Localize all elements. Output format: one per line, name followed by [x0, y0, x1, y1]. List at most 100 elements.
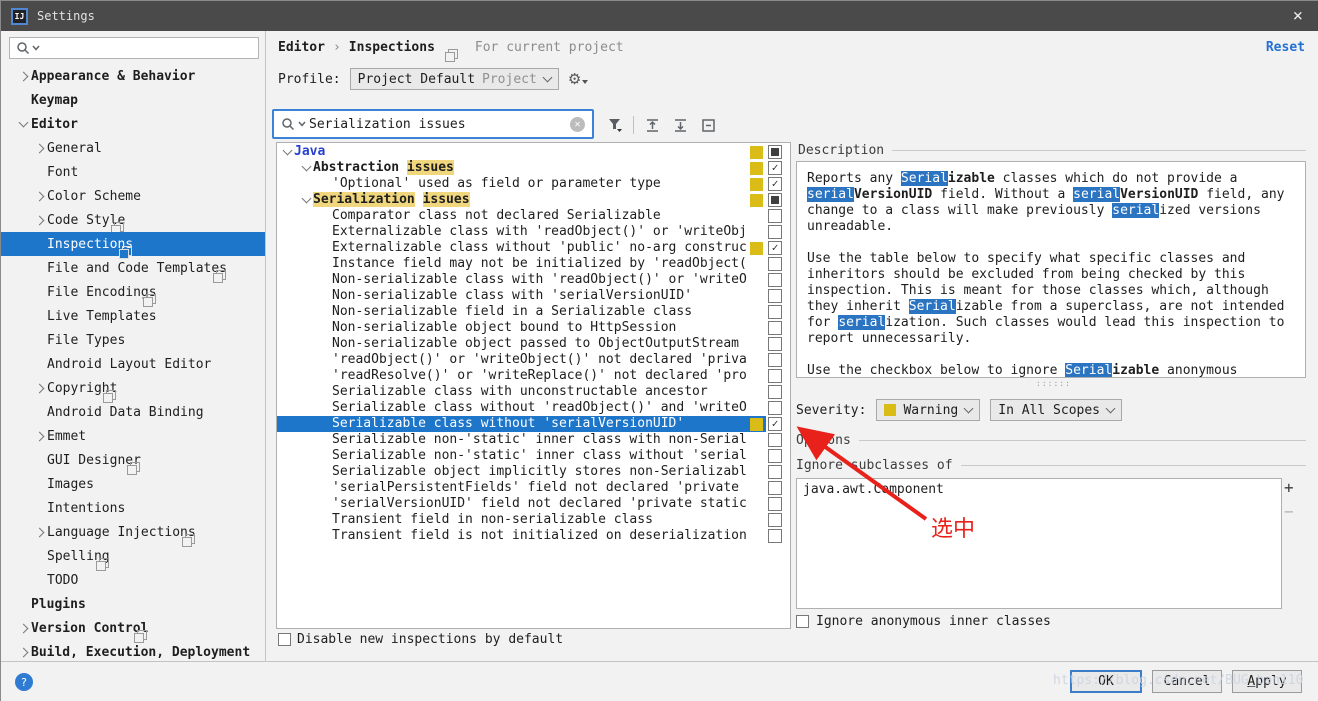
inspection-checkbox[interactable] — [768, 225, 782, 239]
help-button[interactable]: ? — [15, 673, 33, 691]
clear-search-icon[interactable]: ✕ — [570, 117, 585, 132]
chevron-right-icon[interactable] — [31, 385, 47, 392]
sidebar-item-plugins[interactable]: Plugins — [1, 592, 266, 616]
chevron-right-icon[interactable] — [31, 193, 47, 200]
tree-row-main[interactable]: 'Optional' used as field or parameter ty… — [277, 176, 766, 192]
sidebar-item-live-templates[interactable]: Live Templates — [1, 304, 266, 328]
tree-row-main[interactable]: Non-serializable field in a Serializable… — [277, 304, 766, 320]
inspection-checkbox[interactable] — [768, 465, 782, 479]
apply-button[interactable]: Apply — [1232, 670, 1302, 693]
inspection-checkbox[interactable] — [768, 321, 782, 335]
inspection-checkbox[interactable] — [768, 385, 782, 399]
inspection-checkbox[interactable] — [768, 273, 782, 287]
tree-row-main[interactable]: Non-serializable class with 'readObject(… — [277, 272, 766, 288]
tree-row-main[interactable]: Serializable object implicitly stores no… — [277, 464, 766, 480]
scope-select[interactable]: In All Scopes — [990, 399, 1122, 421]
collapse-node-icon[interactable] — [698, 115, 718, 135]
tree-row-main[interactable]: Serialization issues — [277, 192, 766, 208]
remove-class-button[interactable]: − — [1284, 505, 1294, 519]
inspection-checkbox[interactable] — [768, 337, 782, 351]
filter-icon[interactable] — [605, 115, 625, 135]
chevron-down-icon[interactable] — [300, 166, 313, 170]
chevron-right-icon[interactable] — [15, 73, 31, 80]
tree-row-main[interactable]: 'readObject()' or 'writeObject()' not de… — [277, 352, 766, 368]
inspections-search-input[interactable]: Serialization issues ✕ — [272, 109, 594, 139]
close-icon[interactable]: × — [1287, 8, 1309, 25]
sidebar-search-input[interactable] — [9, 37, 259, 59]
sidebar-item-gui-designer[interactable]: GUI Designer — [1, 448, 266, 472]
inspection-checkbox[interactable] — [768, 513, 782, 527]
sidebar-item-general[interactable]: General — [1, 136, 266, 160]
sidebar-item-inspections[interactable]: Inspections — [1, 232, 266, 256]
inspection-checkbox[interactable] — [768, 417, 782, 431]
list-item[interactable]: java.awt.Component — [797, 481, 1281, 498]
chevron-down-icon[interactable] — [300, 198, 313, 202]
tree-row-main[interactable]: Externalizable class without 'public' no… — [277, 240, 766, 256]
tree-row-main[interactable]: Serializable non-'static' inner class wi… — [277, 448, 766, 464]
breadcrumb-editor[interactable]: Editor — [278, 40, 325, 55]
sidebar-item-emmet[interactable]: Emmet — [1, 424, 266, 448]
sidebar-item-copyright[interactable]: Copyright — [1, 376, 266, 400]
sidebar-item-editor[interactable]: Editor — [1, 112, 266, 136]
inspection-checkbox[interactable] — [768, 529, 782, 543]
sidebar-item-color-scheme[interactable]: Color Scheme — [1, 184, 266, 208]
chevron-right-icon[interactable] — [15, 649, 31, 656]
chevron-right-icon[interactable] — [31, 217, 47, 224]
inspection-checkbox[interactable] — [768, 241, 782, 255]
sidebar-item-spelling[interactable]: Spelling — [1, 544, 266, 568]
tree-row-main[interactable]: Serializable class with unconstructable … — [277, 384, 766, 400]
inspection-checkbox[interactable] — [768, 353, 782, 367]
sidebar-item-file-types[interactable]: File Types — [1, 328, 266, 352]
sidebar-item-android-layout-editor[interactable]: Android Layout Editor — [1, 352, 266, 376]
expand-all-icon[interactable] — [642, 115, 662, 135]
cancel-button[interactable]: Cancel — [1152, 670, 1222, 693]
tree-row-main[interactable]: Non-serializable object passed to Object… — [277, 336, 766, 352]
gear-icon[interactable]: ⚙ — [568, 70, 581, 88]
sidebar-item-todo[interactable]: TODO — [1, 568, 266, 592]
inspection-checkbox[interactable] — [768, 161, 782, 175]
chevron-down-icon[interactable] — [15, 122, 31, 126]
sidebar-item-file-and-code-templates[interactable]: File and Code Templates — [1, 256, 266, 280]
profile-select[interactable]: Project Default Project — [350, 68, 559, 90]
tree-row-main[interactable]: Abstraction issues — [277, 160, 766, 176]
tree-row-main[interactable]: 'serialPersistentFields' field not decla… — [277, 480, 766, 496]
tree-row-main[interactable]: Non-serializable class with 'serialVersi… — [277, 288, 766, 304]
sidebar-item-font[interactable]: Font — [1, 160, 266, 184]
sidebar-item-version-control[interactable]: Version Control — [1, 616, 266, 640]
inspection-checkbox[interactable] — [768, 257, 782, 271]
ignore-anonymous-checkbox[interactable] — [796, 615, 809, 628]
collapse-all-icon[interactable] — [670, 115, 690, 135]
inspection-checkbox[interactable] — [768, 305, 782, 319]
inspection-checkbox[interactable] — [768, 401, 782, 415]
sidebar-item-intentions[interactable]: Intentions — [1, 496, 266, 520]
reset-link[interactable]: Reset — [1266, 40, 1305, 55]
chevron-right-icon[interactable] — [31, 529, 47, 536]
splitter-handle[interactable]: :::::: — [1036, 379, 1071, 388]
tree-row-main[interactable]: Transient field is not initialized on de… — [277, 528, 766, 544]
sidebar-item-file-encodings[interactable]: File Encodings — [1, 280, 266, 304]
disable-new-inspections-checkbox[interactable] — [278, 633, 291, 646]
inspection-checkbox[interactable] — [768, 497, 782, 511]
tree-row-main[interactable]: Transient field in non-serializable clas… — [277, 512, 766, 528]
sidebar-item-code-style[interactable]: Code Style — [1, 208, 266, 232]
sidebar-item-language-injections[interactable]: Language Injections — [1, 520, 266, 544]
tree-row-main[interactable]: Serializable non-'static' inner class wi… — [277, 432, 766, 448]
inspection-checkbox[interactable] — [768, 193, 782, 207]
tree-row-main[interactable]: Java — [277, 144, 766, 160]
chevron-right-icon[interactable] — [31, 145, 47, 152]
chevron-right-icon[interactable] — [15, 625, 31, 632]
tree-row-main[interactable]: 'serialVersionUID' field not declared 'p… — [277, 496, 766, 512]
ok-button[interactable]: OK — [1070, 670, 1142, 693]
inspection-checkbox[interactable] — [768, 209, 782, 223]
tree-row-main[interactable]: 'readResolve()' or 'writeReplace()' not … — [277, 368, 766, 384]
chevron-right-icon[interactable] — [31, 433, 47, 440]
severity-select[interactable]: Warning — [876, 399, 980, 421]
tree-row-main[interactable]: Instance field may not be initialized by… — [277, 256, 766, 272]
inspection-checkbox[interactable] — [768, 481, 782, 495]
tree-row-main[interactable]: Non-serializable object bound to HttpSes… — [277, 320, 766, 336]
tree-row-main[interactable]: Serializable class without 'readObject()… — [277, 400, 766, 416]
tree-row-main[interactable]: Comparator class not declared Serializab… — [277, 208, 766, 224]
inspection-checkbox[interactable] — [768, 177, 782, 191]
sidebar-item-images[interactable]: Images — [1, 472, 266, 496]
inspection-checkbox[interactable] — [768, 369, 782, 383]
